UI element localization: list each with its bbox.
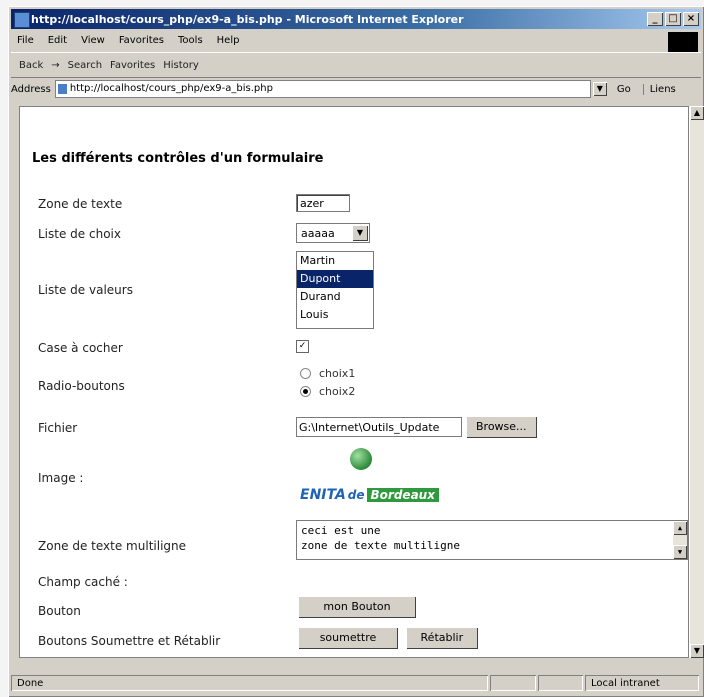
ie-page-icon xyxy=(14,12,30,28)
text-input[interactable]: azer xyxy=(296,194,350,212)
label-fichier: Fichier xyxy=(38,421,78,435)
favorites-button[interactable]: Favorites xyxy=(110,60,155,71)
enita-image-button[interactable]: ENITA de Bordeaux xyxy=(300,487,439,503)
choice-select-value: aaaaa xyxy=(301,226,335,240)
address-bar: Address http://localhost/cours_php/ex9-a… xyxy=(11,78,701,100)
globe-icon[interactable] xyxy=(350,448,372,470)
scroll-up-icon[interactable]: ▲ xyxy=(673,521,687,535)
list-item[interactable]: Louis xyxy=(297,306,373,324)
reset-button[interactable]: Rétablir xyxy=(405,627,478,649)
label-soumettre-retablir: Boutons Soumettre et Rétablir xyxy=(38,634,221,648)
address-label: Address xyxy=(11,83,51,95)
page-content: Les différents contrôles d'un formulaire… xyxy=(19,106,689,658)
radio-button[interactable] xyxy=(300,367,311,379)
label-bouton: Bouton xyxy=(38,604,81,618)
history-button[interactable]: History xyxy=(163,60,199,71)
label-champ-cache: Champ caché : xyxy=(38,575,128,589)
address-value: http://localhost/cours_php/ex9-a_bis.php xyxy=(69,83,273,94)
radio-option-choix1[interactable]: choix1 xyxy=(300,364,355,382)
image-text-part: de xyxy=(347,488,365,502)
label-zone-texte: Zone de texte xyxy=(38,197,123,211)
menu-edit[interactable]: Edit xyxy=(48,35,67,46)
label-liste-valeurs: Liste de valeurs xyxy=(38,283,133,297)
radio-label: choix1 xyxy=(319,366,356,380)
textarea-scrollbar[interactable]: ▲ ▼ xyxy=(673,521,687,559)
page-scrollbar[interactable]: ▲ ▼ xyxy=(689,106,704,658)
submit-button[interactable]: soumettre xyxy=(298,627,398,649)
minimize-button[interactable]: _ xyxy=(647,12,663,26)
close-button[interactable]: × xyxy=(683,12,699,26)
multiline-textarea[interactable]: ceci est une zone de texte multiligne ▲ … xyxy=(296,520,688,560)
status-bar: Done Local intranet xyxy=(11,674,701,692)
menu-bar: File Edit View Favorites Tools Help xyxy=(11,31,701,49)
title-bar: http://localhost/cours_php/ex9-a_bis.php… xyxy=(11,9,701,29)
back-button[interactable]: Back xyxy=(19,60,43,71)
list-item-selected[interactable]: Dupont xyxy=(297,270,373,288)
scroll-up-icon[interactable]: ▲ xyxy=(690,106,704,120)
go-button[interactable]: Go xyxy=(617,84,631,95)
menu-tools[interactable]: Tools xyxy=(178,35,203,46)
status-cell xyxy=(490,675,535,691)
address-dropdown-button[interactable]: ▼ xyxy=(592,82,607,96)
label-radio-boutons: Radio-boutons xyxy=(38,379,125,393)
radio-option-choix2[interactable]: choix2 xyxy=(300,382,355,400)
toolbar: Back → Search Favorites History xyxy=(11,52,701,78)
menu-help[interactable]: Help xyxy=(217,35,240,46)
file-path-field[interactable]: G:\Internet\Outils_Update xyxy=(296,417,462,437)
address-input[interactable]: http://localhost/cours_php/ex9-a_bis.php xyxy=(54,80,591,98)
zone-indicator: Local intranet xyxy=(585,675,699,691)
list-item[interactable]: Durand xyxy=(297,288,373,306)
image-text-part: ENITA xyxy=(300,487,346,503)
page-icon xyxy=(57,84,67,94)
textarea-line: zone de texte multiligne xyxy=(301,539,460,552)
label-zone-multiligne: Zone de texte multiligne xyxy=(38,539,187,553)
status-cell xyxy=(538,675,583,691)
scroll-down-icon[interactable]: ▼ xyxy=(673,545,687,559)
menu-view[interactable]: View xyxy=(81,35,105,46)
choice-select[interactable]: aaaaa ▼ xyxy=(296,223,370,243)
label-image: Image : xyxy=(38,471,84,485)
links-button[interactable]: Liens xyxy=(642,83,676,95)
list-item[interactable]: Martin xyxy=(297,252,373,270)
page-title: Les différents contrôles d'un formulaire xyxy=(32,151,324,166)
browser-window: http://localhost/cours_php/ex9-a_bis.php… xyxy=(8,6,704,697)
label-liste-choix: Liste de choix xyxy=(38,227,121,241)
windows-logo-icon xyxy=(668,32,698,52)
file-input[interactable]: G:\Internet\Outils_Update Browse... xyxy=(296,416,537,438)
menu-file[interactable]: File xyxy=(17,35,34,46)
checkbox[interactable]: ✓ xyxy=(296,340,309,353)
radio-button-selected[interactable] xyxy=(300,385,311,397)
values-listbox[interactable]: Martin Dupont Durand Louis xyxy=(296,251,374,329)
scroll-down-icon[interactable]: ▼ xyxy=(690,644,704,658)
chevron-down-icon[interactable]: ▼ xyxy=(352,225,368,241)
window-title: http://localhost/cours_php/ex9-a_bis.php… xyxy=(31,12,464,26)
menu-favorites[interactable]: Favorites xyxy=(119,35,164,46)
search-button[interactable]: Search xyxy=(68,60,102,71)
maximize-button[interactable]: □ xyxy=(665,12,681,26)
forward-button[interactable]: → xyxy=(51,60,59,71)
textarea-line: ceci est une xyxy=(301,524,381,537)
status-text: Done xyxy=(11,675,488,691)
label-case-cocher: Case à cocher xyxy=(38,341,123,355)
browse-button[interactable]: Browse... xyxy=(466,416,537,438)
mon-bouton-button[interactable]: mon Bouton xyxy=(298,596,416,618)
radio-label: choix2 xyxy=(319,384,356,398)
image-text-part: Bordeaux xyxy=(366,488,439,502)
